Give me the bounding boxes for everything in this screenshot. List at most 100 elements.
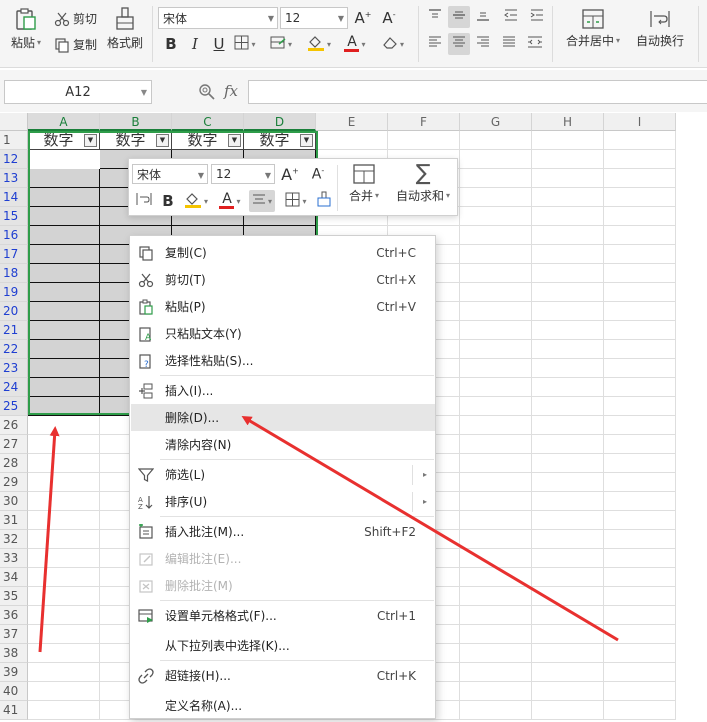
row-header-14[interactable]: 14	[0, 188, 28, 207]
cell-h21[interactable]	[532, 321, 604, 340]
cell-g1[interactable]	[460, 131, 532, 150]
cell-h1[interactable]	[532, 131, 604, 150]
cell-g32[interactable]	[460, 530, 532, 549]
increase-font-size-button[interactable]: A+	[352, 7, 374, 29]
row-header-1[interactable]: 1	[0, 131, 28, 150]
cell-a40[interactable]	[28, 682, 100, 701]
cell-g22[interactable]	[460, 340, 532, 359]
merge-center-button[interactable]: 合并居中 ▾	[562, 8, 624, 49]
cell-i15[interactable]	[604, 207, 676, 226]
font-name-select[interactable]: 宋体 ▼	[158, 7, 278, 29]
column-header-g[interactable]: G	[460, 113, 532, 131]
cell-h28[interactable]	[532, 454, 604, 473]
wrap-text-button[interactable]: 自动换行	[632, 8, 688, 49]
cell-h25[interactable]	[532, 397, 604, 416]
row-header-33[interactable]: 33	[0, 549, 28, 568]
cell-h13[interactable]	[532, 169, 604, 188]
row-header-19[interactable]: 19	[0, 283, 28, 302]
cell-d1[interactable]: 数字 ▼	[244, 131, 316, 150]
cell-i16[interactable]	[604, 226, 676, 245]
cell-i13[interactable]	[604, 169, 676, 188]
cell-i39[interactable]	[604, 663, 676, 682]
row-header-28[interactable]: 28	[0, 454, 28, 473]
cell-i35[interactable]	[604, 587, 676, 606]
menu-item-filter[interactable]: 筛选(L) ▸	[131, 461, 435, 488]
align-left-button[interactable]	[424, 33, 446, 55]
cell-a31[interactable]	[28, 511, 100, 530]
cell-g16[interactable]	[460, 226, 532, 245]
decrease-font-size-button[interactable]: A-	[378, 7, 400, 29]
row-header-29[interactable]: 29	[0, 473, 28, 492]
cell-g14[interactable]	[460, 188, 532, 207]
row-header-17[interactable]: 17	[0, 245, 28, 264]
filter-dropdown-icon[interactable]: ▼	[84, 134, 97, 147]
increase-indent-button[interactable]	[526, 6, 548, 28]
cell-a21[interactable]	[28, 321, 100, 340]
cell-a34[interactable]	[28, 568, 100, 587]
cell-g40[interactable]	[460, 682, 532, 701]
cell-i38[interactable]	[604, 644, 676, 663]
bold-button[interactable]: B	[160, 33, 182, 55]
cell-h39[interactable]	[532, 663, 604, 682]
align-center-button[interactable]	[448, 33, 470, 55]
row-header-37[interactable]: 37	[0, 625, 28, 644]
format-painter-button[interactable]: 格式刷	[104, 6, 146, 51]
cell-g30[interactable]	[460, 492, 532, 511]
cell-a27[interactable]	[28, 435, 100, 454]
cell-i14[interactable]	[604, 188, 676, 207]
cell-a25[interactable]	[28, 397, 100, 416]
column-header-f[interactable]: F	[388, 113, 460, 131]
cell-i40[interactable]	[604, 682, 676, 701]
cell-a24[interactable]	[28, 378, 100, 397]
cell-a28[interactable]	[28, 454, 100, 473]
underline-button[interactable]: U	[208, 33, 230, 55]
fx-icon[interactable]: fx	[224, 82, 238, 100]
cell-h35[interactable]	[532, 587, 604, 606]
cell-a17[interactable]	[28, 245, 100, 264]
fill-color-button[interactable]: ▾	[308, 33, 331, 55]
cell-style-button[interactable]: ▾	[270, 33, 292, 55]
menu-item-define-name[interactable]: 定义名称(A)...	[131, 692, 435, 719]
cell-a23[interactable]	[28, 359, 100, 378]
cell-h19[interactable]	[532, 283, 604, 302]
cell-i20[interactable]	[604, 302, 676, 321]
cell-a14[interactable]	[28, 188, 100, 207]
row-header-24[interactable]: 24	[0, 378, 28, 397]
cell-h23[interactable]	[532, 359, 604, 378]
row-header-18[interactable]: 18	[0, 264, 28, 283]
menu-item-paste[interactable]: 粘贴(P) Ctrl+V	[131, 293, 435, 320]
cell-i23[interactable]	[604, 359, 676, 378]
cell-g28[interactable]	[460, 454, 532, 473]
cell-a16[interactable]	[28, 226, 100, 245]
cell-h40[interactable]	[532, 682, 604, 701]
name-box[interactable]: A12 ▼	[4, 80, 152, 104]
mini-merge-button[interactable]: 合并 ▾	[343, 163, 385, 204]
mini-fill-color-button[interactable]: ▾	[181, 190, 211, 212]
cell-g23[interactable]	[460, 359, 532, 378]
cell-a41[interactable]	[28, 701, 100, 720]
cell-i29[interactable]	[604, 473, 676, 492]
cell-i31[interactable]	[604, 511, 676, 530]
row-header-40[interactable]: 40	[0, 682, 28, 701]
cell-h22[interactable]	[532, 340, 604, 359]
cell-i33[interactable]	[604, 549, 676, 568]
cell-a1[interactable]: 数字 ▼	[28, 131, 100, 150]
menu-item-format-cells[interactable]: 设置单元格格式(F)... Ctrl+1	[131, 602, 435, 629]
mini-increase-font-button[interactable]: A+	[279, 163, 301, 185]
row-header-34[interactable]: 34	[0, 568, 28, 587]
row-header-31[interactable]: 31	[0, 511, 28, 530]
cell-a30[interactable]	[28, 492, 100, 511]
row-header-41[interactable]: 41	[0, 701, 28, 720]
row-header-20[interactable]: 20	[0, 302, 28, 321]
align-top-button[interactable]	[424, 6, 446, 28]
mini-decrease-font-button[interactable]: A-	[307, 163, 329, 185]
cell-g27[interactable]	[460, 435, 532, 454]
decrease-indent-button[interactable]	[500, 6, 522, 28]
mini-bold-button[interactable]: B	[157, 190, 179, 212]
column-header-i[interactable]: I	[604, 113, 676, 131]
cell-g18[interactable]	[460, 264, 532, 283]
menu-item-clear-contents[interactable]: 清除内容(N)	[131, 431, 435, 458]
cell-h17[interactable]	[532, 245, 604, 264]
cell-g37[interactable]	[460, 625, 532, 644]
cell-a18[interactable]	[28, 264, 100, 283]
